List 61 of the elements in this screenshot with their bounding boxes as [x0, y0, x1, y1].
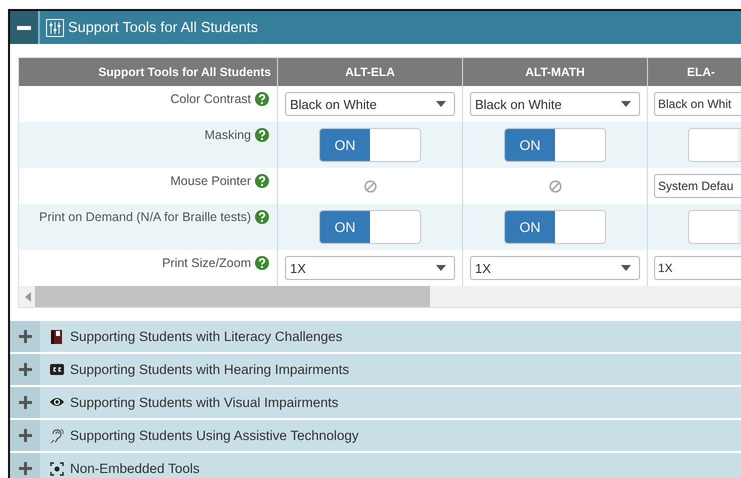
column-header: ALT-MATH: [462, 58, 647, 86]
ear-icon: [50, 428, 64, 442]
help-icon[interactable]: [255, 210, 269, 224]
dropdown[interactable]: 1X: [654, 256, 741, 280]
expand-button[interactable]: [10, 387, 40, 418]
dropdown[interactable]: Black on Whit: [654, 92, 741, 116]
caret-icon: [436, 265, 446, 271]
caret-icon: [621, 265, 631, 271]
row-label: Masking: [204, 128, 251, 142]
plus-icon: [18, 330, 32, 343]
toggle-switch[interactable]: ON: [319, 210, 421, 244]
dropdown[interactable]: Black on White: [470, 92, 640, 116]
help-icon[interactable]: [255, 174, 269, 188]
help-icon[interactable]: [255, 92, 269, 106]
book-icon: [50, 330, 64, 344]
collapse-button[interactable]: [10, 11, 40, 44]
help-icon[interactable]: [255, 128, 269, 142]
row-label: Mouse Pointer: [170, 174, 251, 188]
row-label: Print on Demand (N/A for Braille tests): [39, 210, 251, 224]
plus-icon: [18, 363, 32, 376]
toggle-switch[interactable]: ON: [504, 210, 606, 244]
panel-title: Support Tools for All Students: [68, 20, 258, 36]
toggle-switch[interactable]: ON: [504, 128, 606, 162]
dropdown[interactable]: 1X: [470, 256, 640, 280]
expand-button[interactable]: [10, 420, 40, 451]
column-header: ALT-ELA: [277, 58, 462, 86]
section-header[interactable]: Supporting Students with Literacy Challenges: [10, 321, 741, 352]
section-title: Supporting Students with Literacy Challenges: [70, 329, 342, 344]
dropdown[interactable]: Black on White: [285, 92, 455, 116]
scroll-left-icon[interactable]: [25, 292, 31, 302]
section-header[interactable]: Supporting Students Using Assistive Technology: [10, 420, 741, 451]
plus-icon: [18, 462, 32, 475]
help-icon[interactable]: [255, 256, 269, 270]
dropdown[interactable]: System Defau: [654, 174, 741, 198]
target-icon: [50, 462, 64, 476]
expand-button[interactable]: [10, 321, 40, 352]
section-title: Supporting Students with Hearing Impairments: [70, 362, 350, 377]
column-header: Support Tools for All Students: [19, 58, 277, 86]
plus-icon: [18, 396, 32, 409]
expand-button[interactable]: [10, 453, 40, 478]
not-available-icon: [548, 180, 562, 192]
sliders-icon: [46, 18, 64, 36]
section-title: Non-Embedded Tools: [70, 461, 200, 476]
column-header: ELA-: [647, 58, 741, 86]
section-title: Supporting Students with Visual Impairments: [70, 395, 338, 410]
closed-captions-icon: [50, 362, 64, 376]
caret-icon: [436, 101, 446, 107]
section-header[interactable]: Supporting Students with Hearing Impairments: [10, 354, 741, 385]
plus-icon: [18, 429, 32, 442]
section-header[interactable]: Non-Embedded Tools: [10, 453, 741, 478]
section-header[interactable]: Supporting Students with Visual Impairments: [10, 387, 741, 418]
row-label: Color Contrast: [170, 92, 251, 106]
expand-button[interactable]: [10, 354, 40, 385]
row-label: Print Size/Zoom: [162, 256, 251, 270]
toggle-switch[interactable]: ON: [319, 128, 421, 162]
caret-icon: [621, 101, 631, 107]
horizontal-scrollbar[interactable]: [19, 286, 741, 307]
minus-icon: [17, 26, 31, 30]
dropdown[interactable]: 1X: [285, 256, 455, 280]
section-title: Supporting Students Using Assistive Technology: [70, 428, 359, 443]
not-available-icon: [364, 180, 376, 192]
